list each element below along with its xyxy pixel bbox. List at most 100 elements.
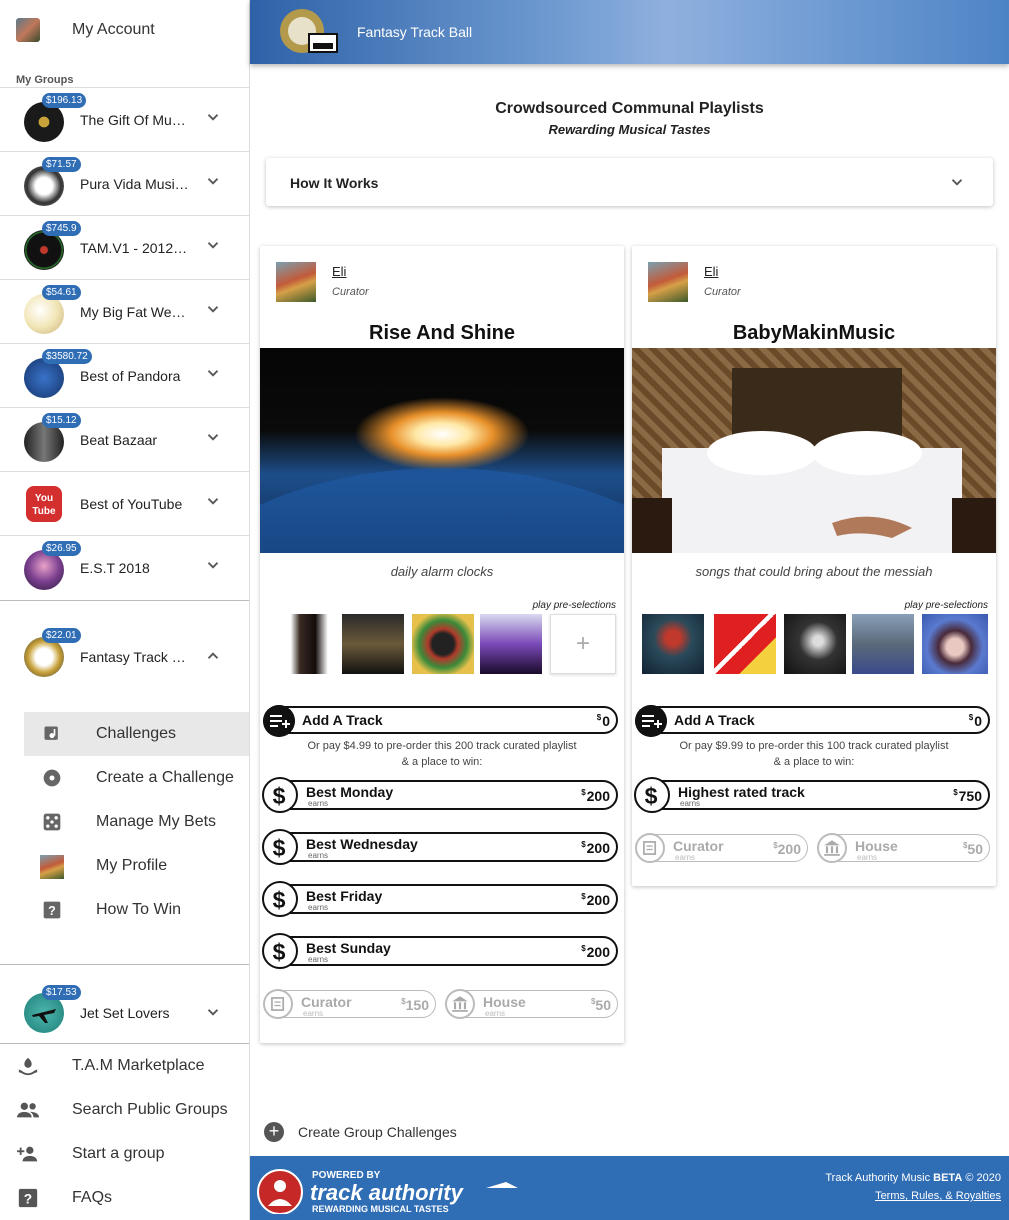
page-subheading: Rewarding Musical Tastes: [548, 122, 711, 137]
track-thumbnail[interactable]: [272, 614, 334, 674]
prize-amount: $50: [590, 997, 611, 1013]
chevron-down-icon[interactable]: [204, 364, 222, 382]
playlist-add-icon: [635, 705, 667, 737]
curator-avatar[interactable]: [276, 262, 316, 302]
nav-start-group[interactable]: Start a group: [0, 1132, 249, 1176]
chevron-down-icon[interactable]: [204, 300, 222, 318]
my-account-link[interactable]: My Account: [0, 0, 249, 62]
nav-marketplace[interactable]: T.A.M Marketplace: [0, 1044, 249, 1088]
playlist-cover-image[interactable]: [260, 348, 624, 553]
chevron-down-icon[interactable]: [204, 556, 222, 574]
submenu-manage-bets[interactable]: Manage My Bets: [24, 800, 249, 844]
playlist-cover-image[interactable]: [632, 348, 996, 553]
track-thumbnail[interactable]: [922, 614, 988, 674]
dollar-coin-icon: $: [262, 881, 298, 917]
chevron-down-icon[interactable]: [204, 108, 222, 126]
prize-label: Best Wednesday: [306, 836, 418, 852]
prize-sublabel: earns: [485, 1009, 506, 1018]
prize-amount: $200: [581, 944, 610, 960]
chevron-down-icon[interactable]: [204, 236, 222, 254]
group-item[interactable]: $54.61 My Big Fat Wed…: [0, 279, 249, 343]
prize-highest-rated-track[interactable]: $ Highest rated track earns $750: [634, 777, 990, 813]
prize-best-sunday[interactable]: $ Best Sunday earns $200: [262, 933, 618, 969]
dollar-coin-icon: $: [262, 933, 298, 969]
bank-icon: [445, 989, 475, 1019]
track-thumbnail[interactable]: [784, 614, 846, 674]
nav-label: FAQs: [72, 1189, 113, 1206]
prize-best-wednesday[interactable]: $ Best Wednesday earns $200: [262, 829, 618, 865]
pre-selection-thumbnails: +: [270, 614, 618, 676]
group-balance-badge: $745.9: [42, 221, 81, 236]
track-thumbnail[interactable]: [852, 614, 914, 674]
help-icon: ?: [43, 901, 61, 919]
dollar-coin-icon: $: [262, 829, 298, 865]
nav-search-public-groups[interactable]: Search Public Groups: [0, 1088, 249, 1132]
submenu-challenges[interactable]: Challenges: [24, 712, 249, 756]
fantasy-track-ball-logo[interactable]: [277, 6, 339, 56]
add-pre-selection-button[interactable]: +: [550, 614, 616, 674]
add-track-button[interactable]: Add A Track $0: [635, 705, 990, 737]
curator-avatar[interactable]: [648, 262, 688, 302]
group-item[interactable]: $196.13 The Gift Of Mu…: [0, 87, 249, 151]
track-thumbnail[interactable]: [714, 614, 776, 674]
chevron-down-icon[interactable]: [204, 1003, 222, 1021]
playlist-title: BabyMakinMusic: [732, 322, 896, 344]
curator-name-link[interactable]: Eli: [704, 264, 718, 279]
track-thumbnail[interactable]: [480, 614, 542, 674]
submenu-how-to-win[interactable]: ? How To Win: [24, 888, 249, 932]
group-item[interactable]: You Tube Best of YouTube: [0, 471, 249, 535]
group-item[interactable]: $26.95 E.S.T 2018: [0, 535, 249, 599]
or-pay-text: Or pay $9.99 to pre-order this 100 track…: [679, 740, 949, 752]
playlist-title: Rise And Shine: [369, 322, 515, 344]
nav-faqs[interactable]: ? FAQs: [0, 1176, 249, 1220]
group-name: E.S.T 2018: [80, 560, 150, 576]
prize-sublabel: earns: [857, 853, 878, 862]
play-pre-selections-label[interactable]: play pre-selections: [533, 600, 616, 611]
group-item[interactable]: $17.53 Jet Set Lovers: [0, 964, 249, 1044]
prize-amount: $50: [962, 841, 983, 857]
group-item[interactable]: $71.57 Pura Vida Musi…: [0, 151, 249, 215]
group-name: Best of YouTube: [80, 496, 183, 512]
add-track-button[interactable]: Add A Track $0: [263, 705, 618, 737]
chevron-down-icon[interactable]: [948, 173, 966, 191]
dollar-coin-icon: $: [262, 777, 298, 813]
group-item[interactable]: $745.9 TAM.V1 - 2012 …: [0, 215, 249, 279]
prize-best-friday[interactable]: $ Best Friday earns $200: [262, 881, 618, 917]
prize-label: Best Monday: [306, 784, 394, 800]
prize-amount: $200: [581, 840, 610, 856]
prize-amount: $150: [401, 997, 429, 1013]
prize-best-monday[interactable]: $ Best Monday earns $200: [262, 777, 618, 813]
prize-sublabel: earns: [308, 851, 329, 860]
curator-name-link[interactable]: Eli: [332, 264, 346, 279]
track-thumbnail[interactable]: [412, 614, 474, 674]
prize-amount: $200: [773, 841, 801, 857]
group-avatar: [24, 550, 64, 590]
svg-text:You: You: [35, 493, 53, 504]
group-balance-badge: $17.53: [42, 985, 81, 1000]
group-item-expanded[interactable]: $22.01 Fantasy Track …: [0, 600, 249, 712]
prize-amount: $750: [953, 788, 982, 804]
group-item[interactable]: $15.12 Beat Bazaar: [0, 407, 249, 471]
submenu-create-challenge[interactable]: Create a Challenge: [24, 756, 249, 800]
chevron-down-icon[interactable]: [204, 428, 222, 446]
play-pre-selections-label[interactable]: play pre-selections: [905, 600, 988, 611]
chevron-down-icon[interactable]: [204, 492, 222, 510]
app-header: Fantasy Track Ball: [250, 0, 1009, 64]
terms-link[interactable]: Terms, Rules, & Royalties: [875, 1190, 1001, 1202]
track-thumbnail[interactable]: [342, 614, 404, 674]
hand-coin-icon: [18, 1057, 38, 1076]
group-item[interactable]: $3580.72 Best of Pandora: [0, 343, 249, 407]
track-authority-logo[interactable]: POWERED BY track authority REWARDING MUS…: [256, 1162, 526, 1214]
submenu-my-profile[interactable]: My Profile: [24, 844, 249, 888]
group-avatar: [24, 102, 64, 142]
how-it-works-accordion[interactable]: How It Works: [266, 158, 993, 206]
playlist-description: songs that could bring about the messiah: [695, 564, 933, 579]
dollar-coin-icon: $: [634, 777, 670, 813]
playlist-card: Eli Curator Rise And Shine daily alarm c…: [260, 246, 624, 1043]
chevron-down-icon[interactable]: [204, 172, 222, 190]
track-thumbnail[interactable]: [642, 614, 704, 674]
add-track-price: $0: [968, 713, 982, 729]
nav-label: Search Public Groups: [72, 1101, 228, 1118]
prize-label: Best Sunday: [306, 940, 391, 956]
chevron-up-icon[interactable]: [204, 647, 222, 665]
